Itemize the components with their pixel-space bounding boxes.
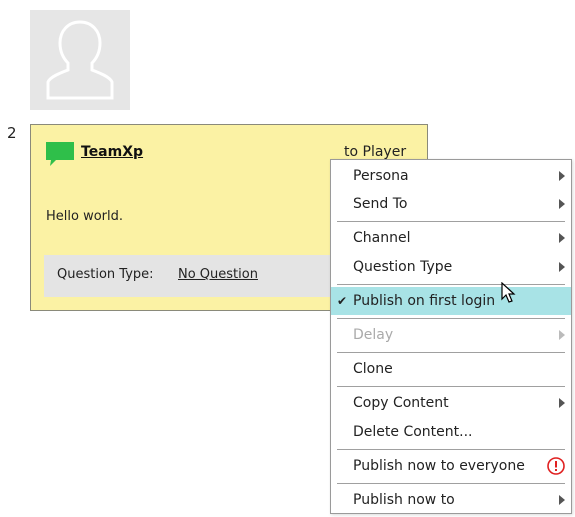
menu-item-question-type[interactable]: Question Type [331,253,571,281]
step-number: 2 [7,124,17,142]
menu-separator [337,449,565,450]
menu-item-persona[interactable]: Persona [331,162,571,190]
user-silhouette-icon [46,20,114,100]
menu-item-delay[interactable]: Delay [331,321,571,349]
recipient-link[interactable]: to Player [344,144,406,160]
menu-item-label: Send To [353,196,408,212]
mouse-cursor-icon [501,282,516,303]
menu-item-copy-content[interactable]: Copy Content [331,389,571,417]
menu-item-publish-now-to[interactable]: Publish now to [331,486,571,514]
menu-item-label: Question Type [353,259,453,275]
menu-item-channel[interactable]: Channel [331,224,571,252]
warning-icon [547,457,565,475]
submenu-arrow-icon [559,199,565,209]
menu-item-label: Publish now to everyone [353,458,525,474]
menu-separator [337,352,565,353]
message-text[interactable]: Hello world. [46,209,123,224]
menu-separator [337,318,565,319]
menu-item-label: Clone [353,361,393,377]
chat-bubble-icon [46,142,74,166]
submenu-arrow-icon [559,233,565,243]
menu-item-label: Publish now to [353,492,455,508]
menu-item-label: Channel [353,230,411,246]
menu-separator [337,386,565,387]
context-menu: Persona Send To Channel Question Type ✔ … [330,159,572,514]
submenu-arrow-icon [559,171,565,181]
menu-item-label: Copy Content [353,395,449,411]
question-type-link[interactable]: No Question [178,267,258,282]
submenu-arrow-icon [559,495,565,505]
submenu-arrow-icon [559,330,565,340]
menu-item-label: Publish on first login [353,293,496,309]
menu-item-clone[interactable]: Clone [331,355,571,383]
sender-link[interactable]: TeamXp [81,144,143,160]
avatar[interactable] [30,10,130,110]
menu-separator [337,483,565,484]
menu-item-label: Delete Content... [353,424,473,440]
submenu-arrow-icon [559,262,565,272]
menu-item-label: Delay [353,327,394,343]
menu-item-label: Persona [353,168,409,184]
menu-item-publish-on-first-login[interactable]: ✔ Publish on first login [331,287,571,315]
menu-separator [337,221,565,222]
menu-item-send-to[interactable]: Send To [331,190,571,218]
question-type-label: Question Type: [57,267,154,282]
submenu-arrow-icon [559,398,565,408]
checkmark-icon: ✔ [337,294,348,308]
menu-separator [337,284,565,285]
menu-item-publish-now-to-everyone[interactable]: Publish now to everyone [331,452,571,480]
menu-item-delete-content[interactable]: Delete Content... [331,418,571,446]
